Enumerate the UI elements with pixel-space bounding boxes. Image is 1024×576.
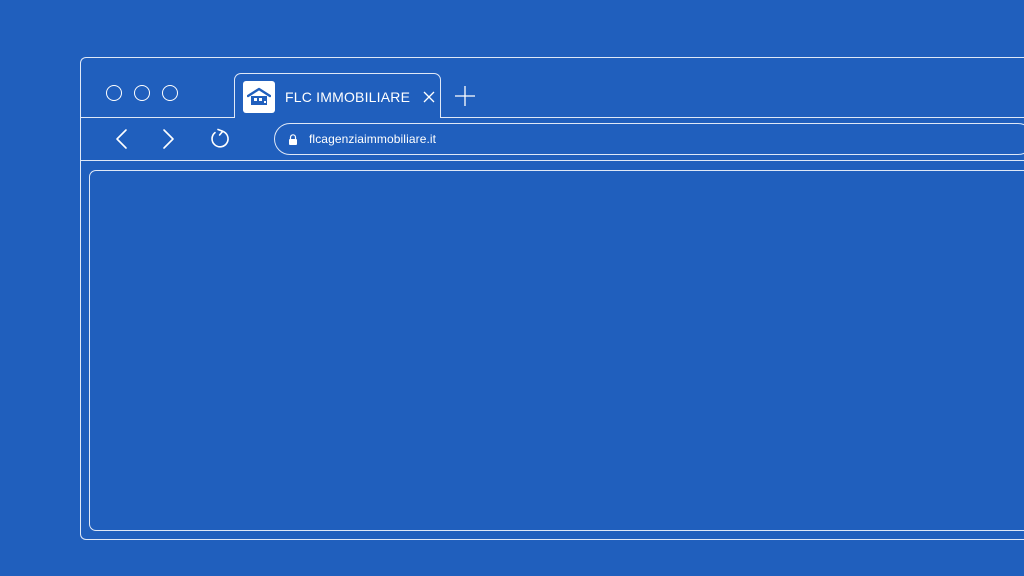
back-chevron-left-icon[interactable] — [111, 128, 133, 150]
window-close-button[interactable] — [106, 85, 122, 101]
browser-window: FLC IMMOBILIARE flcagenziaimmobiliare.it — [0, 0, 1024, 576]
forward-chevron-right-icon[interactable] — [157, 128, 179, 150]
page-viewport[interactable] — [89, 170, 1024, 531]
window-minimize-button[interactable] — [134, 85, 150, 101]
tab-active[interactable]: FLC IMMOBILIARE — [234, 73, 441, 118]
window-maximize-button[interactable] — [162, 85, 178, 101]
url-text: flcagenziaimmobiliare.it — [309, 132, 437, 146]
reload-icon[interactable] — [209, 128, 231, 150]
tabstrip-divider — [441, 117, 1024, 118]
toolbar-divider — [80, 160, 1024, 161]
lock-icon — [289, 134, 297, 145]
house-logo-icon — [243, 81, 275, 113]
close-icon[interactable] — [423, 91, 435, 103]
window-controls — [106, 85, 178, 101]
tab-title: FLC IMMOBILIARE — [285, 89, 411, 105]
new-tab-plus-icon[interactable] — [454, 85, 476, 107]
address-bar[interactable]: flcagenziaimmobiliare.it — [274, 123, 1024, 155]
tabstrip-divider — [80, 117, 235, 118]
